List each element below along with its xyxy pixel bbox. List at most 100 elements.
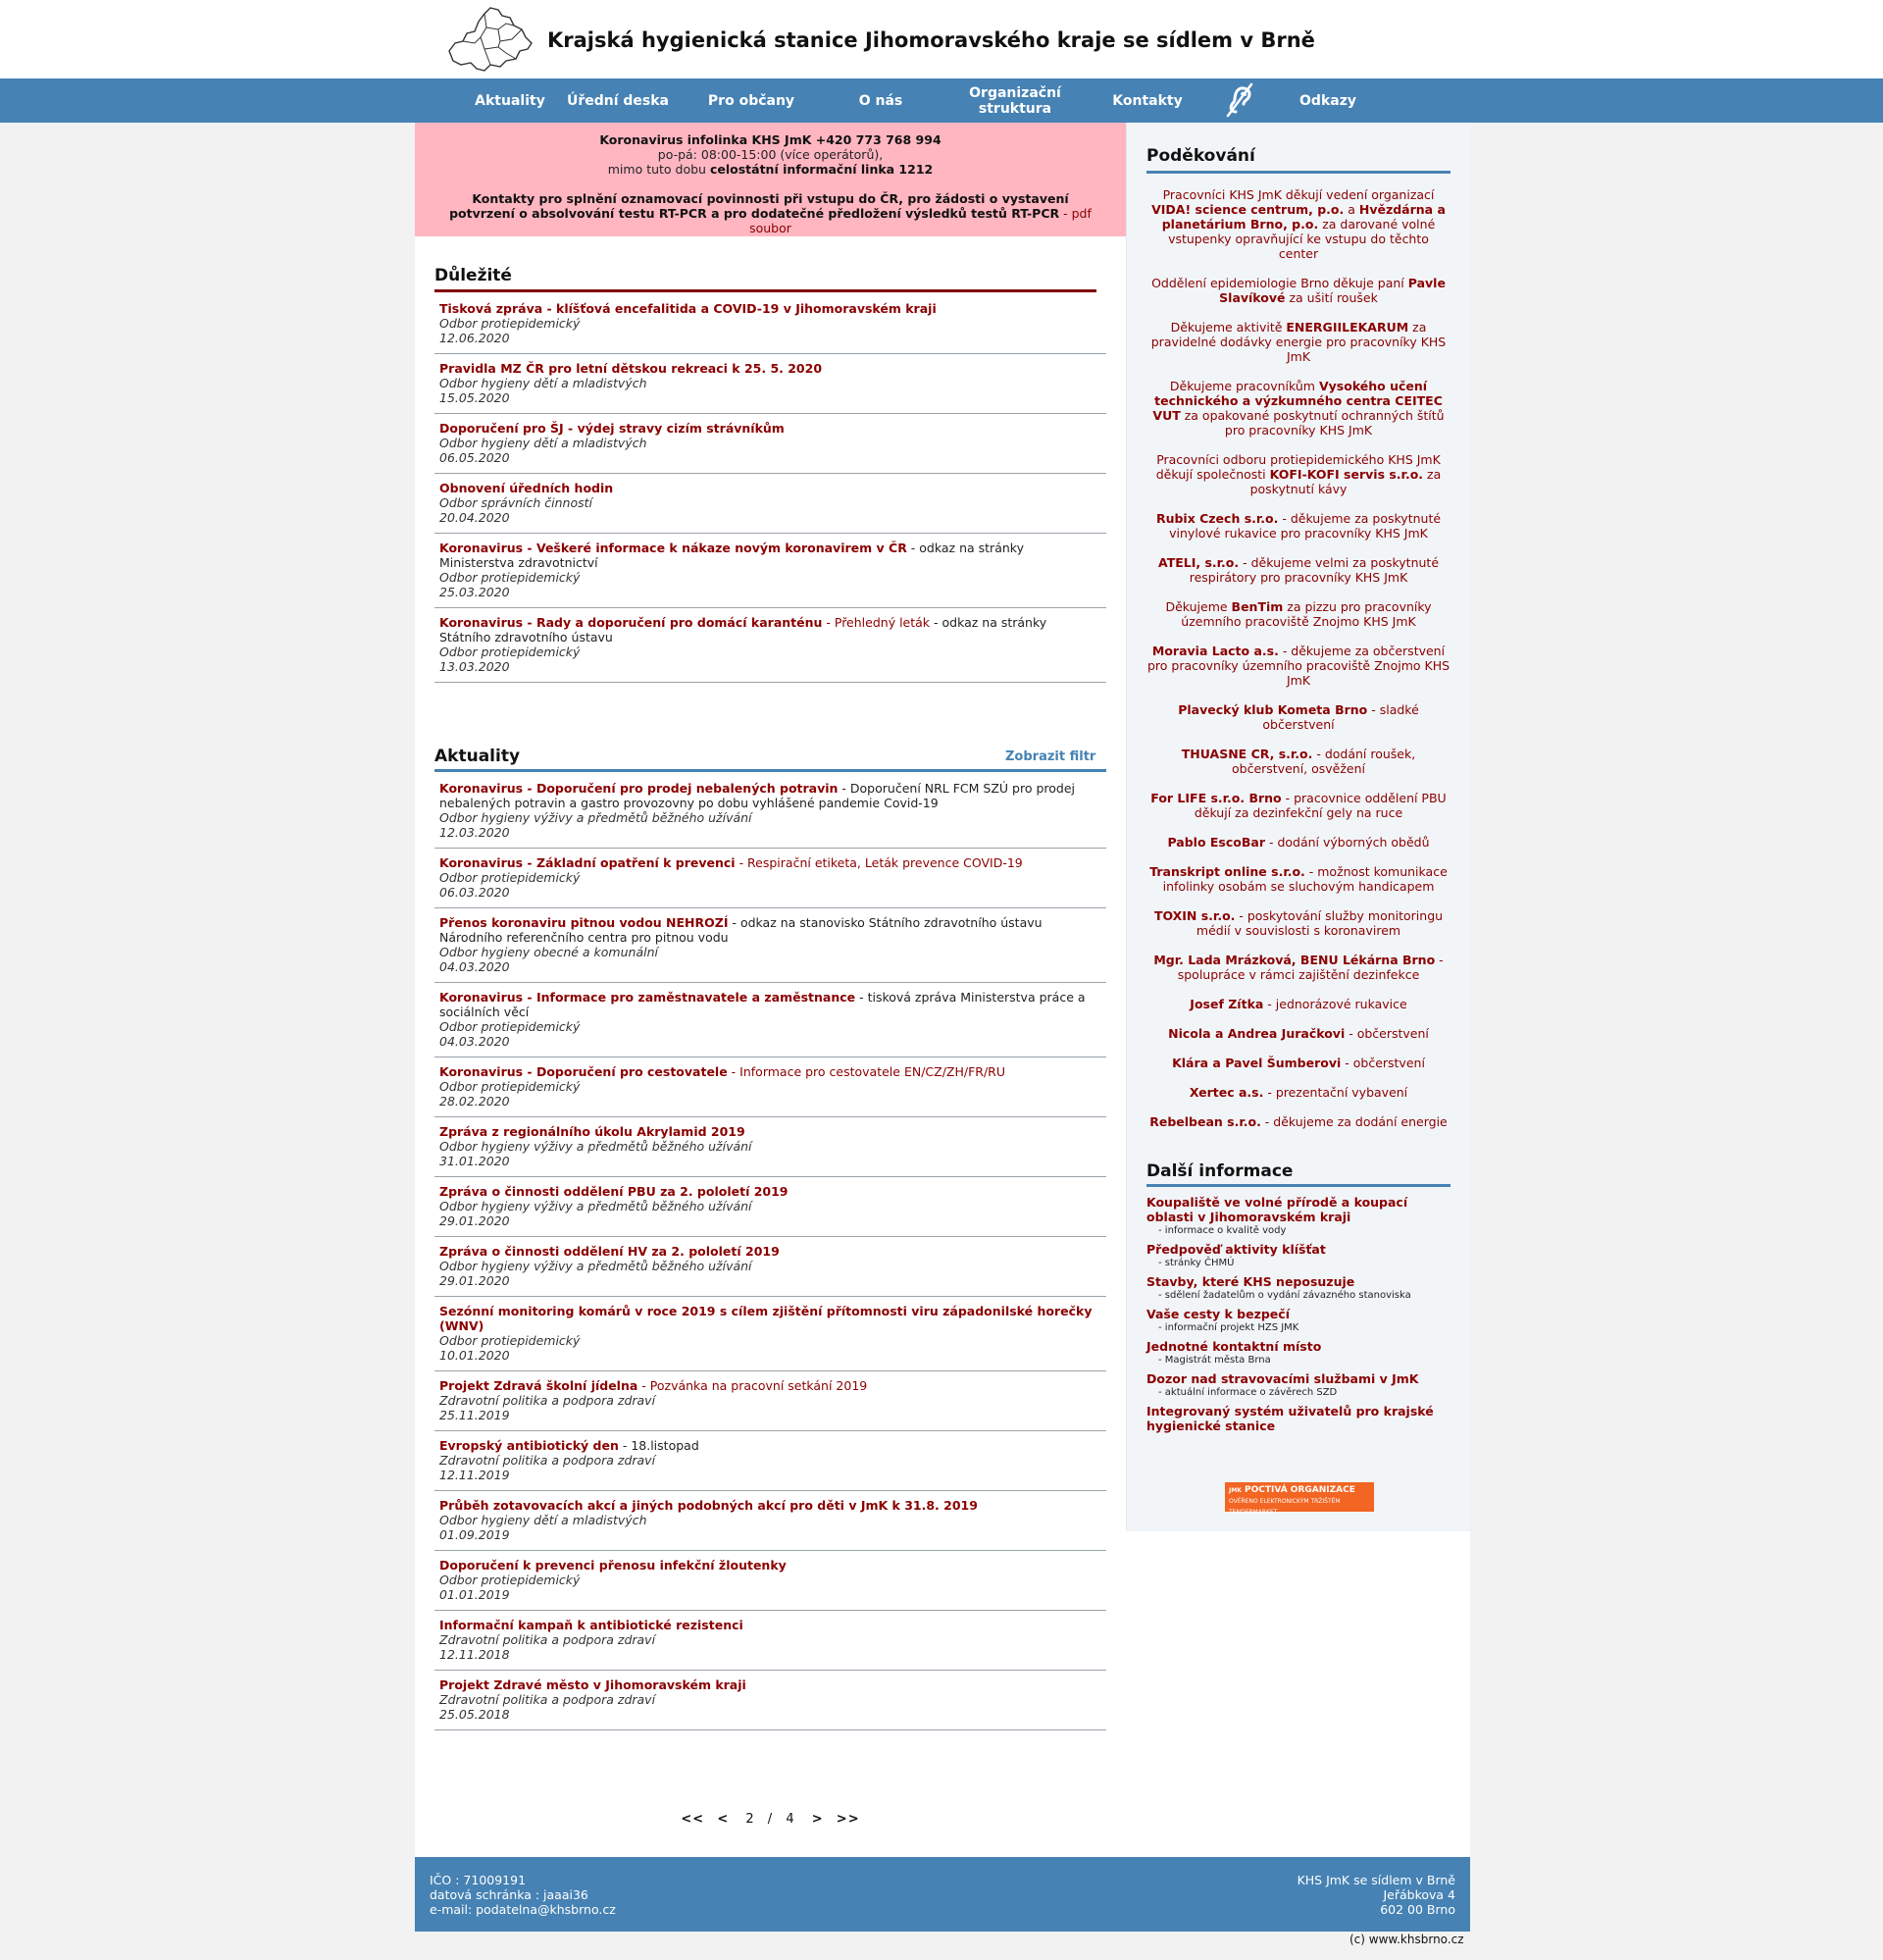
hearing-aid-icon[interactable] — [1222, 82, 1255, 118]
more-info-note: - stránky ČHMÚ — [1158, 1258, 1235, 1268]
item-date: 25.03.2020 — [439, 585, 510, 599]
more-info-item: Předpověď aktivity klíšťat - stránky ČHMÚ — [1146, 1242, 1450, 1269]
item-extra-link[interactable]: - Respirační etiketa, Leták prevence COV… — [736, 855, 1023, 870]
item-title-link[interactable]: Informační kampaň k antibiotické reziste… — [439, 1618, 743, 1632]
nav-item-pro-obcany[interactable]: Pro občany — [694, 78, 808, 123]
infoline-national: mimo tuto dobu celostátní informační lin… — [607, 162, 934, 177]
item-title-link[interactable]: Zpráva o činnosti oddělení PBU za 2. pol… — [439, 1184, 789, 1199]
item-extra-link[interactable]: - Informace pro cestovatele EN/CZ/ZH/FR/… — [728, 1064, 1005, 1079]
thanks-rule — [1146, 171, 1450, 174]
list-item: Zpráva o činnosti oddělení PBU za 2. pol… — [434, 1177, 1106, 1237]
pager-next[interactable]: > — [812, 1812, 824, 1827]
nav-item-uredni-deska[interactable]: Úřední deska — [561, 78, 675, 123]
item-title-link[interactable]: Průběh zotavovacích akcí a jiných podobn… — [439, 1498, 978, 1513]
footer-email[interactable]: e-mail: podatelna@khsbrno.cz — [430, 1902, 616, 1917]
nav-item-o-nas[interactable]: O nás — [824, 78, 938, 123]
list-item: Přenos koronaviru pitnou vodou NEHROZÍ -… — [434, 908, 1106, 983]
item-title-link[interactable]: Přenos koronaviru pitnou vodou NEHROZÍ — [439, 915, 728, 930]
item-title-link[interactable]: Doporučení pro ŠJ - výdej stravy cizím s… — [439, 421, 785, 436]
pager-first[interactable]: << — [681, 1812, 704, 1827]
list-item: Koronavirus - Veškeré informace k nákaze… — [434, 534, 1106, 608]
nav-item-odkazy[interactable]: Odkazy — [1271, 78, 1385, 123]
item-date: 12.11.2018 — [439, 1647, 510, 1662]
item-title-link[interactable]: Pravidla MZ ČR pro letní dětskou rekreac… — [439, 361, 822, 376]
item-department: Odbor protiepidemický — [439, 1079, 581, 1094]
nav-item-aktuality[interactable]: Aktuality — [443, 78, 577, 123]
list-item: Sezónní monitoring komárů v roce 2019 s … — [434, 1297, 1106, 1371]
more-info-link[interactable]: Koupaliště ve volné přírodě a koupací ob… — [1146, 1195, 1450, 1224]
covid-alert-box: Koronavirus infolinka KHS JmK +420 773 7… — [415, 123, 1126, 236]
thanks-sponsor: Rebelbean s.r.o. — [1149, 1114, 1261, 1129]
more-info-link[interactable]: Dozor nad stravovacími službami v JmK — [1146, 1371, 1450, 1386]
item-title-link[interactable]: Zpráva z regionálního úkolu Akrylamid 20… — [439, 1124, 745, 1139]
item-department: Odbor protiepidemický — [439, 570, 581, 585]
site-title[interactable]: Krajská hygienická stanice Jihomoravskéh… — [547, 28, 1315, 52]
news-list: Koronavirus - Doporučení pro prodej neba… — [434, 774, 1106, 1730]
important-section-title: Důležité — [434, 266, 512, 285]
pagination: << < 2 / 4 > >> — [415, 1812, 1126, 1827]
thanks-item: Děkujeme BenTim za pizzu pro pracovníky … — [1165, 599, 1432, 629]
item-date: 01.09.2019 — [439, 1527, 510, 1542]
more-info-note: - Magistrát města Brna — [1158, 1355, 1271, 1366]
footer-identifiers: IČO : 71009191 datová schránka : jaaai36… — [430, 1873, 616, 1917]
pager-last[interactable]: >> — [837, 1812, 860, 1827]
item-date: 13.03.2020 — [439, 659, 510, 674]
item-department: Odbor protiepidemický — [439, 1333, 581, 1348]
item-title-link[interactable]: Tisková zpráva - klíšťová encefalitida a… — [439, 301, 937, 316]
honest-organization-badge[interactable]: JMK POCTIVÁ ORGANIZACE OVĚŘENO ELEKTRONI… — [1225, 1482, 1374, 1516]
more-info-link[interactable]: Předpověď aktivity klíšťat — [1146, 1242, 1450, 1257]
item-date: 10.01.2020 — [439, 1348, 510, 1363]
thanks-item: Pracovníci odboru protiepidemického KHS … — [1155, 452, 1442, 496]
thanks-item: Pablo EscoBar - dodání výborných obědů — [1167, 835, 1430, 850]
thanks-list: Pracovníci KHS JmK děkují vedení organiz… — [1146, 187, 1450, 1144]
item-department: Odbor protiepidemický — [439, 645, 581, 659]
item-department: Odbor hygieny výživy a předmětů běžného … — [439, 810, 752, 825]
item-title-link[interactable]: Doporučení k prevenci přenosu infekční ž… — [439, 1558, 787, 1573]
item-title-link[interactable]: Koronavirus - Informace pro zaměstnavate… — [439, 990, 855, 1005]
thanks-item: Nicola a Andrea Juračkovi - občerstvení — [1168, 1026, 1429, 1041]
more-info-link[interactable]: Jednotné kontaktní místo — [1146, 1339, 1450, 1354]
item-date: 20.04.2020 — [439, 510, 510, 525]
item-title-link[interactable]: Zpráva o činnosti oddělení HV za 2. polo… — [439, 1244, 780, 1259]
news-rule — [434, 769, 1106, 772]
thanks-sponsor: ATELI, s.r.o. — [1157, 555, 1240, 570]
thanks-sponsor: Nicola a Andrea Juračkovi — [1168, 1026, 1346, 1041]
more-info-item: Jednotné kontaktní místo - Magistrát měst… — [1146, 1339, 1450, 1367]
item-title-link[interactable]: Projekt Zdravé město v Jihomoravském kra… — [439, 1677, 746, 1692]
thanks-item: Oddělení epidemiologie Brno děkuje paní … — [1151, 276, 1446, 305]
item-title-link[interactable]: Koronavirus - Veškeré informace k nákaze… — [439, 541, 907, 555]
item-title-link[interactable]: Koronavirus - Doporučení pro cestovatele… — [439, 1064, 1005, 1079]
jmk-region-map-icon[interactable] — [441, 4, 535, 75]
more-info-link[interactable]: Stavby, které KHS neposuzuje — [1146, 1274, 1450, 1289]
item-department: Odbor protiepidemický — [439, 870, 581, 885]
nav-item-kontakty[interactable]: Kontakty — [1091, 78, 1204, 123]
copyright[interactable]: (c) www.khsbrno.cz — [1349, 1933, 1464, 1946]
more-info-link[interactable]: Vaše cesty k bezpečí — [1146, 1307, 1450, 1321]
thanks-sponsor: Josef Zítka — [1190, 997, 1264, 1011]
item-title-link[interactable]: Koronavirus - Rady a doporučení pro domá… — [439, 615, 930, 630]
item-department: Odbor hygieny dětí a mladistvých — [439, 436, 647, 450]
item-date: 12.11.2019 — [439, 1468, 510, 1482]
list-item: Doporučení k prevenci přenosu infekční ž… — [434, 1551, 1106, 1611]
footer-address: KHS JmK se sídlem v Brně Jeřábkova 4 602… — [1298, 1873, 1455, 1917]
item-title-link[interactable]: Evropský antibiotický den — [439, 1438, 619, 1453]
thanks-sponsor: VIDA! science centrum, p.o. — [1151, 202, 1345, 217]
item-title-link[interactable]: Sezónní monitoring komárů v roce 2019 s … — [439, 1304, 1092, 1333]
nav-item-organizacni-struktura[interactable]: Organizační struktura — [963, 78, 1067, 123]
item-date: 29.01.2020 — [439, 1213, 510, 1228]
item-title-link[interactable]: Obnovení úředních hodin — [439, 481, 613, 495]
pager-prev[interactable]: < — [717, 1812, 729, 1827]
thanks-sponsor: BenTim — [1231, 599, 1284, 614]
item-title-link[interactable]: Koronavirus - Základní opatření k preven… — [439, 855, 1023, 870]
thanks-item: Pracovníci KHS JmK děkují vedení organiz… — [1151, 187, 1446, 261]
item-extra-link[interactable]: - Přehledný leták — [822, 615, 930, 630]
item-title-link[interactable]: Koronavirus - Doporučení pro prodej neba… — [439, 781, 838, 796]
more-info-link[interactable]: Integrovaný systém uživatelů pro krajské… — [1146, 1404, 1450, 1433]
show-filter-link[interactable]: Zobrazit filtr — [1005, 749, 1095, 764]
item-title-link[interactable]: Projekt Zdravá školní jídelna - Pozvánka… — [439, 1378, 867, 1393]
thanks-item: Josef Zítka - jednorázové rukavice — [1190, 997, 1407, 1011]
thanks-item: ATELI, s.r.o. - děkujeme velmi za poskyt… — [1157, 555, 1440, 585]
entry-contacts-link[interactable]: Kontakty pro splnění oznamovací povinnos… — [449, 191, 1069, 221]
list-item: Informační kampaň k antibiotické reziste… — [434, 1611, 1106, 1671]
item-extra-link[interactable]: - Pozvánka na pracovní setkání 2019 — [637, 1378, 867, 1393]
